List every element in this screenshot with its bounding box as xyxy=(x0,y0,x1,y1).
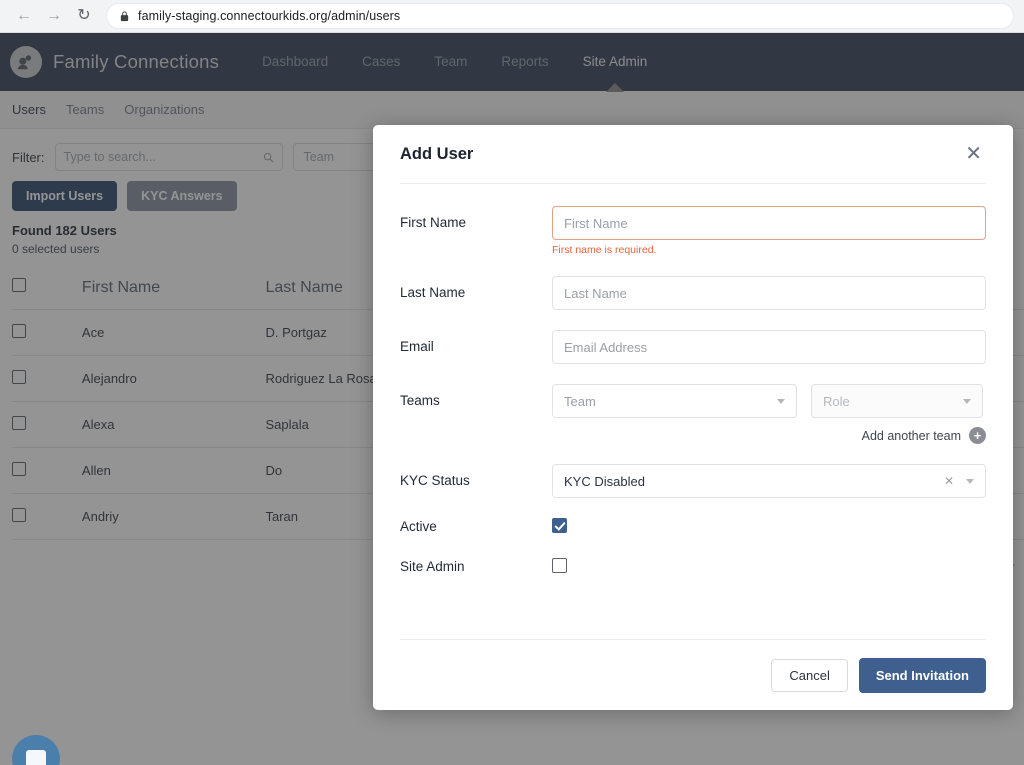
add-user-modal: Add User ✕ First Name First Name First n… xyxy=(373,125,1013,710)
modal-title: Add User xyxy=(400,144,474,163)
first-name-label: First Name xyxy=(400,215,467,230)
chevron-down-icon xyxy=(777,398,785,404)
teams-selects-row: Team Role xyxy=(552,384,986,418)
email-label: Email xyxy=(400,339,434,354)
active-control xyxy=(552,518,986,538)
email-placeholder: Email Address xyxy=(564,339,648,355)
team-select[interactable]: Team xyxy=(552,384,797,418)
first-name-input[interactable]: First Name xyxy=(552,206,986,240)
role-select-placeholder: Role xyxy=(823,393,850,409)
screen-root: ← → ↻ family-staging.connectourkids.org/… xyxy=(0,0,1024,765)
field-row-active: Active xyxy=(400,518,986,538)
lock-icon xyxy=(120,10,129,21)
active-label: Active xyxy=(400,519,437,534)
clear-x-icon[interactable]: ✕ xyxy=(944,474,954,488)
field-row-site-admin: Site Admin xyxy=(400,558,986,578)
site-admin-label: Site Admin xyxy=(400,559,465,574)
modal-header: Add User ✕ xyxy=(373,125,1013,183)
role-select[interactable]: Role xyxy=(811,384,983,418)
site-admin-checkbox[interactable] xyxy=(552,558,567,573)
send-invitation-button[interactable]: Send Invitation xyxy=(858,657,986,693)
kyc-status-value: KYC Disabled xyxy=(564,473,645,489)
chevron-down-icon xyxy=(966,478,974,484)
first-name-control: First Name First name is required. xyxy=(552,206,986,256)
add-another-team-label: Add another team xyxy=(861,428,961,443)
kyc-status-label: KYC Status xyxy=(400,473,470,488)
plus-circle-icon[interactable]: + xyxy=(969,427,986,444)
last-name-placeholder: Last Name xyxy=(564,285,627,301)
first-name-placeholder: First Name xyxy=(564,215,628,231)
chevron-down-icon xyxy=(963,398,971,404)
url-text: family-staging.connectourkids.org/admin/… xyxy=(138,9,401,23)
last-name-input[interactable]: Last Name xyxy=(552,276,986,310)
email-input[interactable]: Email Address xyxy=(552,330,986,364)
forward-arrow-icon[interactable]: → xyxy=(40,2,68,30)
team-select-placeholder: Team xyxy=(564,393,596,409)
close-icon[interactable]: ✕ xyxy=(961,140,986,168)
email-control: Email Address xyxy=(552,330,986,364)
field-row-first-name: First Name First Name First name is requ… xyxy=(400,206,986,256)
field-row-last-name: Last Name Last Name xyxy=(400,276,986,310)
teams-label: Teams xyxy=(400,393,440,408)
last-name-control: Last Name xyxy=(552,276,986,310)
teams-control: Team Role Add another team + xyxy=(552,384,986,444)
field-row-kyc-status: KYC Status KYC Disabled ✕ xyxy=(400,464,986,498)
address-bar[interactable]: family-staging.connectourkids.org/admin/… xyxy=(106,3,1014,29)
active-checkbox[interactable] xyxy=(552,518,567,533)
browser-toolbar: ← → ↻ family-staging.connectourkids.org/… xyxy=(0,0,1024,33)
field-row-email: Email Email Address xyxy=(400,330,986,364)
first-name-error: First name is required. xyxy=(552,244,657,256)
cancel-button[interactable]: Cancel xyxy=(771,658,848,692)
field-row-teams: Teams Team Role Add another team + xyxy=(400,384,986,444)
last-name-label: Last Name xyxy=(400,285,466,300)
modal-footer: Cancel Send Invitation xyxy=(373,640,1013,710)
modal-body: First Name First Name First name is requ… xyxy=(373,184,1013,639)
kyc-status-select[interactable]: KYC Disabled ✕ xyxy=(552,464,986,498)
kyc-status-control: KYC Disabled ✕ xyxy=(552,464,986,498)
site-admin-control xyxy=(552,558,986,578)
add-another-team-row[interactable]: Add another team + xyxy=(552,427,986,444)
chat-bubble-glyph xyxy=(26,750,46,765)
back-arrow-icon[interactable]: ← xyxy=(10,2,38,30)
reload-icon[interactable]: ↻ xyxy=(70,2,98,30)
